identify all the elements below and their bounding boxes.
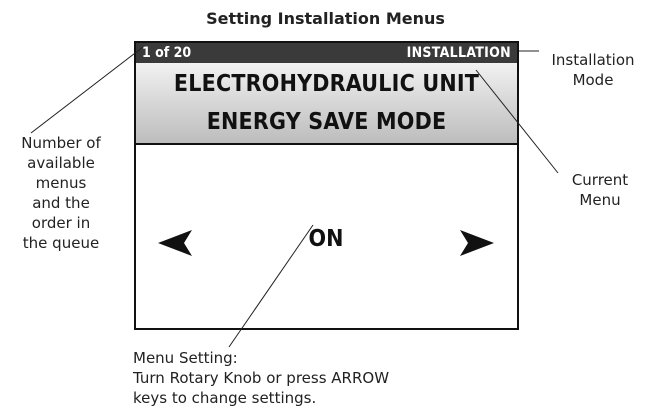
menu-setting-leader — [228, 224, 314, 348]
callout-line: available — [27, 154, 95, 172]
callout-number-of-menus: Number of available menus and the order … — [2, 133, 120, 253]
callout-line: the queue — [22, 234, 100, 252]
callout-line: Number of — [21, 134, 101, 152]
callout-line: and the — [32, 194, 90, 212]
callout-line: Menu Setting: — [133, 349, 238, 367]
callout-current-menu: Current Menu — [552, 170, 648, 210]
callout-line: Mode — [572, 71, 614, 89]
callout-line: menus — [35, 174, 87, 192]
callout-line: Current — [571, 171, 629, 189]
callout-line: order in — [31, 214, 91, 232]
callout-line: Installation — [551, 51, 635, 69]
number-of-menus-leader — [30, 46, 144, 134]
callout-menu-setting: Menu Setting: Turn Rotary Knob or press … — [133, 348, 493, 408]
callout-line: Menu — [579, 191, 621, 209]
callout-line: keys to change settings. — [133, 389, 317, 407]
callout-installation-mode: Installation Mode — [540, 50, 646, 90]
callout-line: Turn Rotary Knob or press ARROW — [133, 369, 390, 387]
